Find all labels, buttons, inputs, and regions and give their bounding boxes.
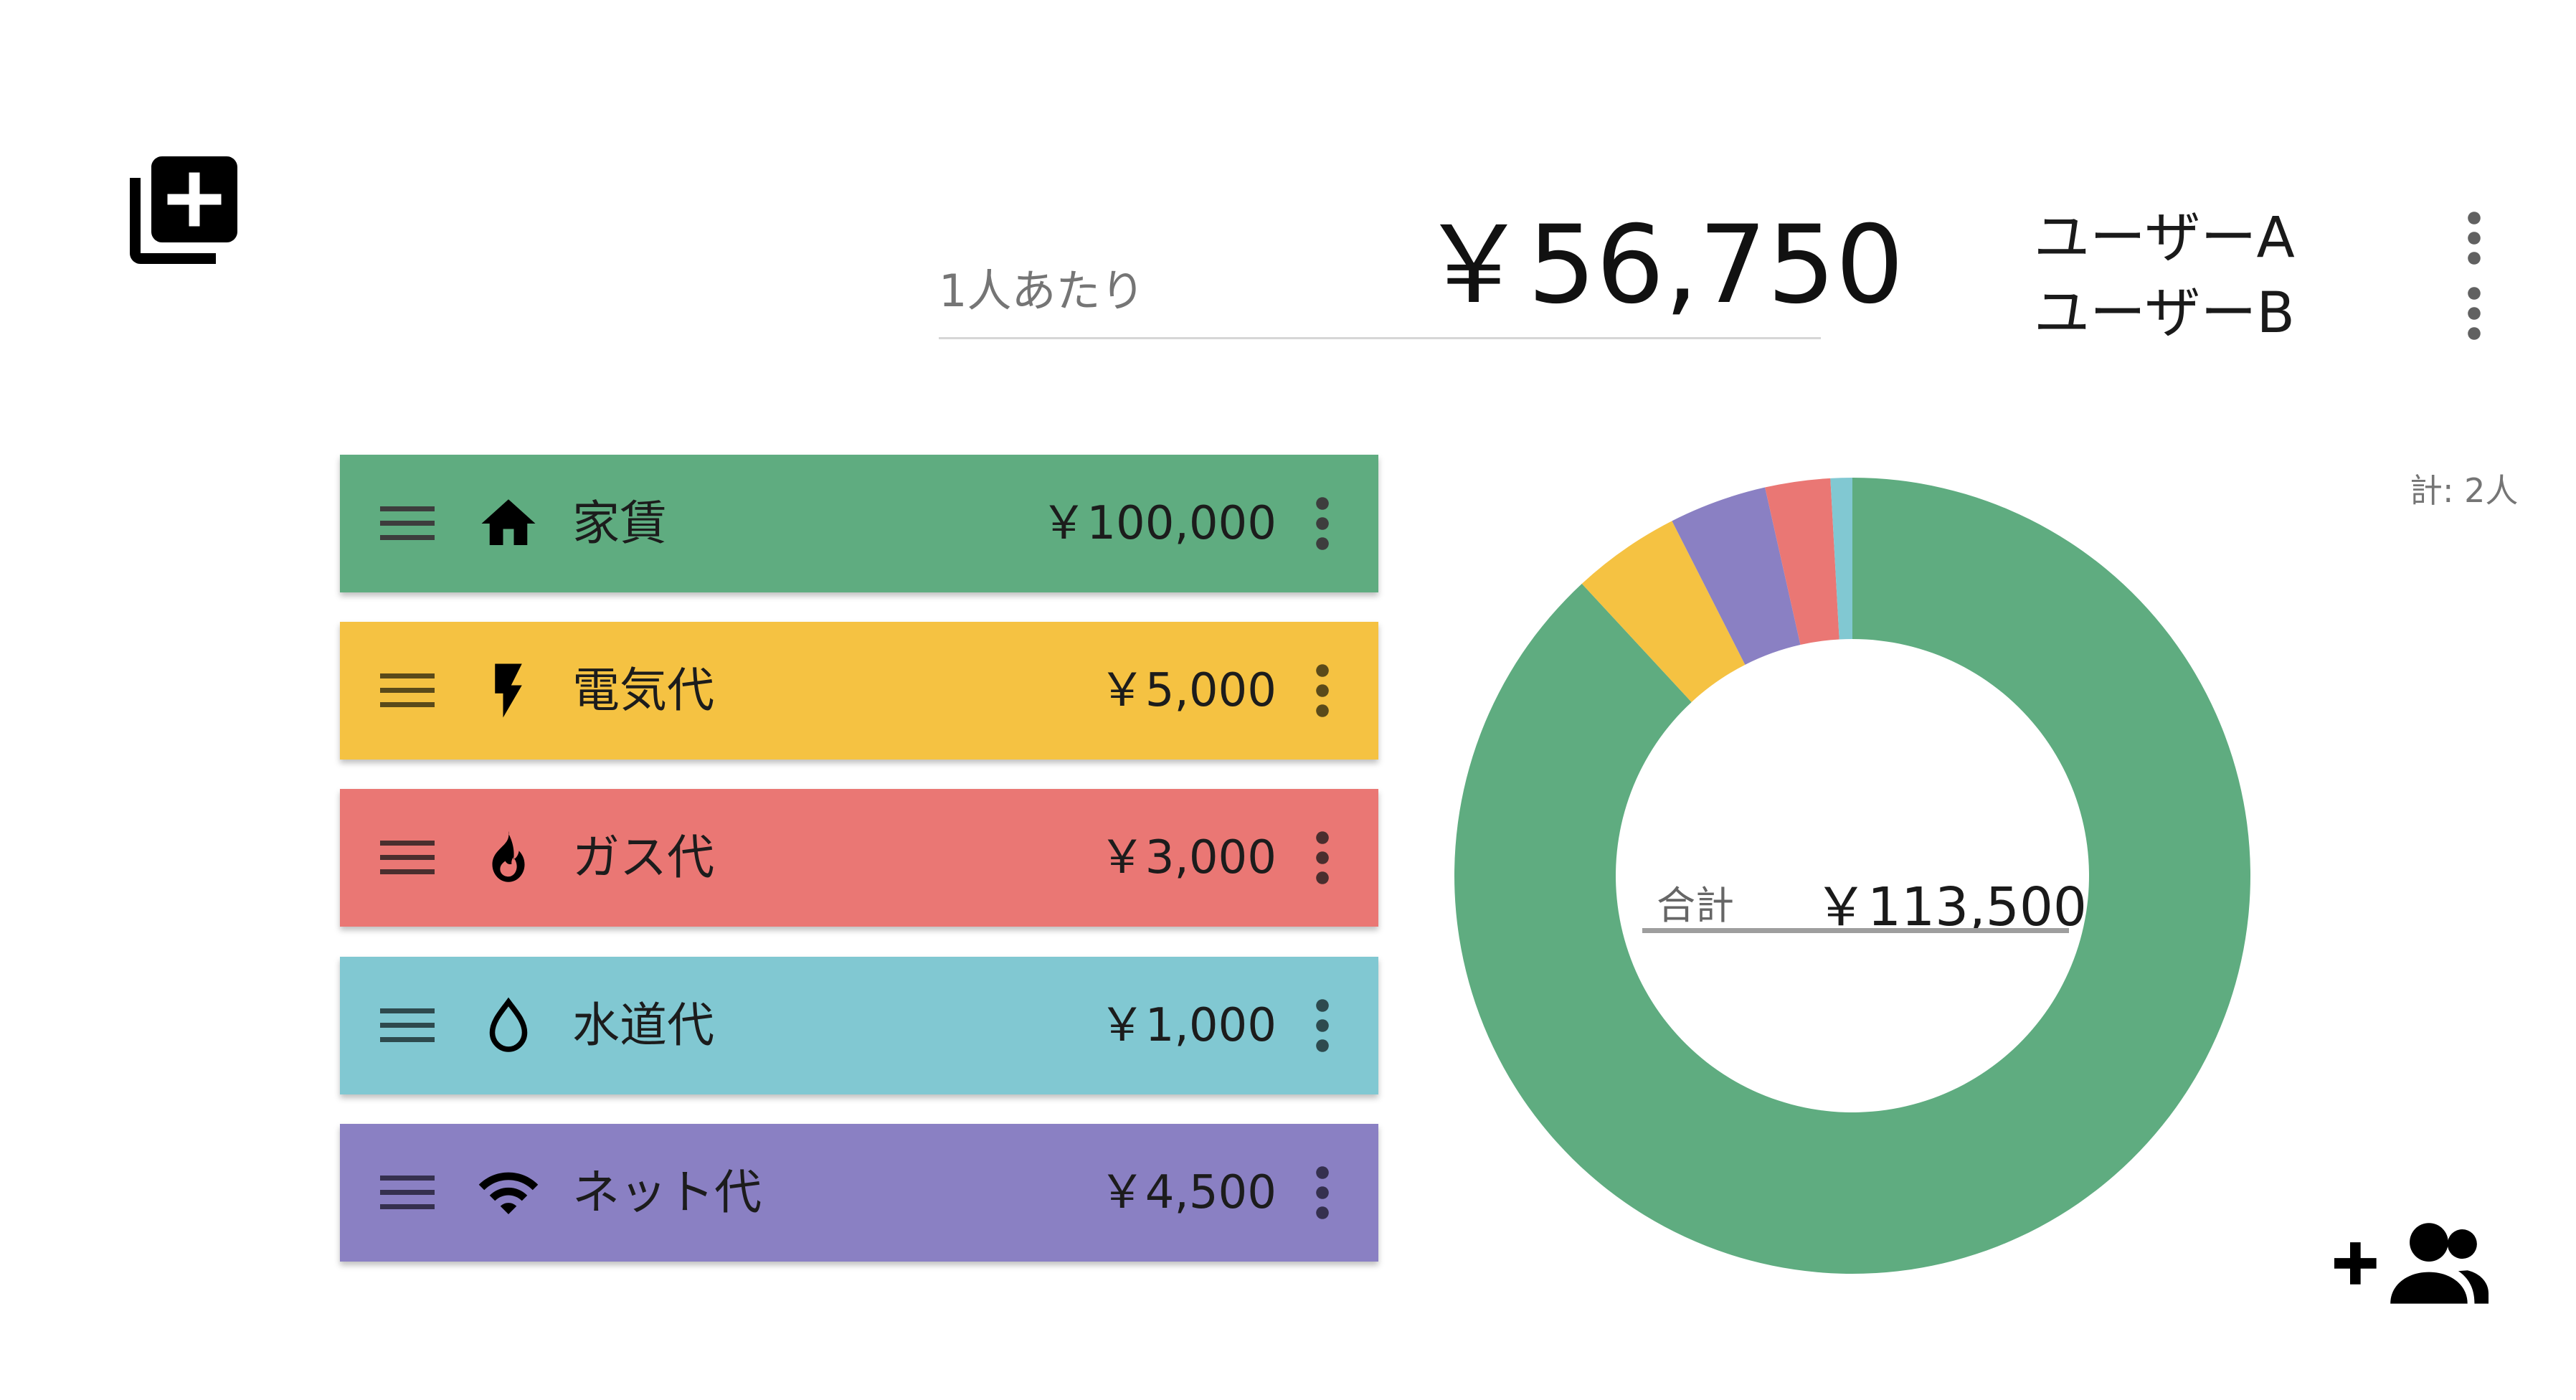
user-b-more-icon[interactable]	[2460, 285, 2489, 342]
drag-handle-icon[interactable]	[380, 505, 435, 542]
add-category-icon[interactable]	[119, 146, 248, 275]
expense-amount: ￥3,000	[1099, 831, 1277, 884]
more-vert-icon[interactable]	[1308, 662, 1337, 719]
expense-name: ガス代	[572, 830, 714, 885]
more-vert-icon[interactable]	[1308, 495, 1337, 552]
expense-amount: ￥1,000	[1099, 999, 1277, 1052]
expense-name: ネット代	[572, 1165, 762, 1220]
total-underline	[1642, 928, 2069, 933]
wifi-icon	[478, 1172, 539, 1214]
per-person-amount: ￥56,750	[1420, 203, 1904, 328]
user-a-more-icon[interactable]	[2460, 209, 2489, 267]
total-label: 合計	[1657, 883, 1734, 928]
per-person-underline	[939, 337, 1821, 339]
expense-row-rent[interactable]: 家賃 ￥100,000	[340, 455, 1378, 592]
expense-amount: ￥5,000	[1099, 664, 1277, 717]
expense-name: 電気代	[572, 663, 714, 718]
drag-handle-icon[interactable]	[380, 839, 435, 876]
more-vert-icon[interactable]	[1308, 1164, 1337, 1221]
member-count: 計: 2人	[2410, 471, 2519, 510]
add-member-icon[interactable]	[2334, 1219, 2489, 1304]
drag-handle-icon[interactable]	[380, 672, 435, 709]
flame-icon	[492, 831, 525, 882]
expense-row-water[interactable]: 水道代 ￥1,000	[340, 957, 1378, 1094]
water-drop-icon	[489, 997, 528, 1052]
expense-row-electricity[interactable]: 電気代 ￥5,000	[340, 622, 1378, 760]
drag-handle-icon[interactable]	[380, 1007, 435, 1044]
expense-amount: ￥100,000	[1041, 497, 1277, 550]
home-icon	[481, 499, 536, 545]
user-name-a[interactable]: ユーザーA	[2034, 210, 2295, 266]
lightning-icon	[495, 663, 522, 718]
expense-name: 水道代	[572, 998, 714, 1053]
expense-amount: ￥4,500	[1099, 1166, 1277, 1219]
expense-name: 家賃	[572, 496, 667, 551]
per-person-label: 1人あたり	[939, 265, 1145, 317]
expense-row-internet[interactable]: ネット代 ￥4,500	[340, 1124, 1378, 1262]
user-name-b[interactable]: ユーザーB	[2034, 285, 2295, 341]
drag-handle-icon[interactable]	[380, 1174, 435, 1211]
more-vert-icon[interactable]	[1308, 829, 1337, 886]
more-vert-icon[interactable]	[1308, 997, 1337, 1054]
expense-row-gas[interactable]: ガス代 ￥3,000	[340, 789, 1378, 927]
